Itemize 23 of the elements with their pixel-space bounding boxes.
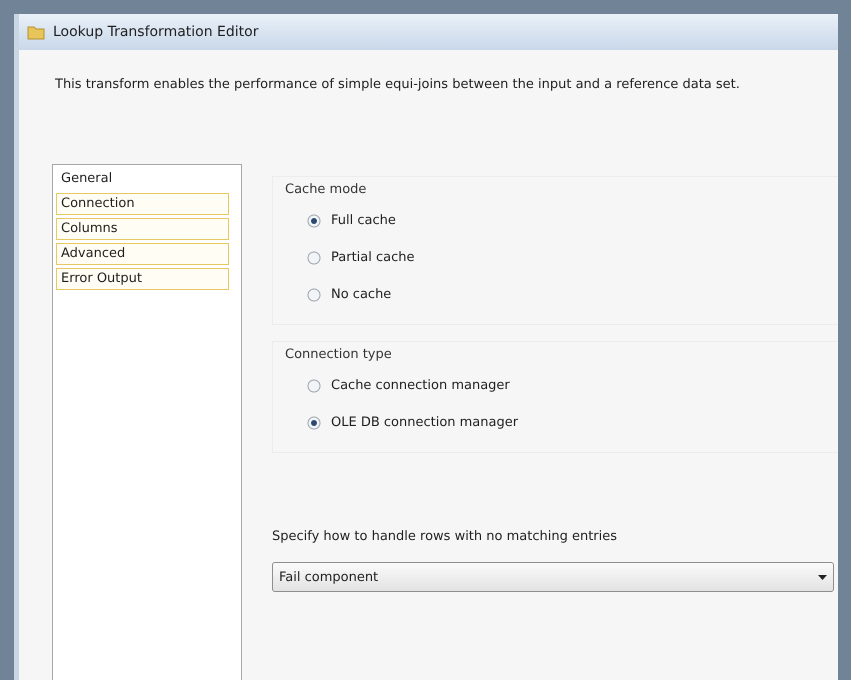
window-title: Lookup Transformation Editor	[53, 24, 258, 40]
sidebar-item[interactable]: Advanced	[56, 243, 229, 265]
radio-button[interactable]	[307, 288, 321, 302]
group-title: Cache mode	[285, 182, 366, 197]
sidebar-item[interactable]: Columns	[56, 218, 229, 240]
radio-button[interactable]	[307, 214, 321, 228]
caret-icon	[818, 574, 827, 580]
dropdown[interactable]: Fail component	[272, 562, 834, 592]
sidebar-item[interactable]: Error Output	[56, 268, 229, 290]
description-text: This transform enables the performance of simple equi-joins between the input and a reference data set.	[55, 77, 741, 92]
radio-label[interactable]: OLE DB connection manager	[331, 415, 518, 430]
radio-label[interactable]: Partial cache	[331, 250, 414, 265]
folder-icon	[27, 24, 45, 40]
radio-label[interactable]: Cache connection manager	[331, 378, 510, 393]
radio-label[interactable]: Full cache	[331, 213, 396, 228]
radio-button[interactable]	[307, 416, 321, 430]
sidebar-item[interactable]: General	[56, 168, 229, 190]
sidebar-item[interactable]: Connection	[56, 193, 229, 215]
radio-label[interactable]: No cache	[331, 287, 392, 302]
radio-button[interactable]	[307, 250, 321, 264]
field-label: Specify how to handle rows with no matching entries	[272, 529, 618, 544]
group-title: Connection type	[285, 347, 392, 362]
radio-button[interactable]	[307, 378, 321, 392]
